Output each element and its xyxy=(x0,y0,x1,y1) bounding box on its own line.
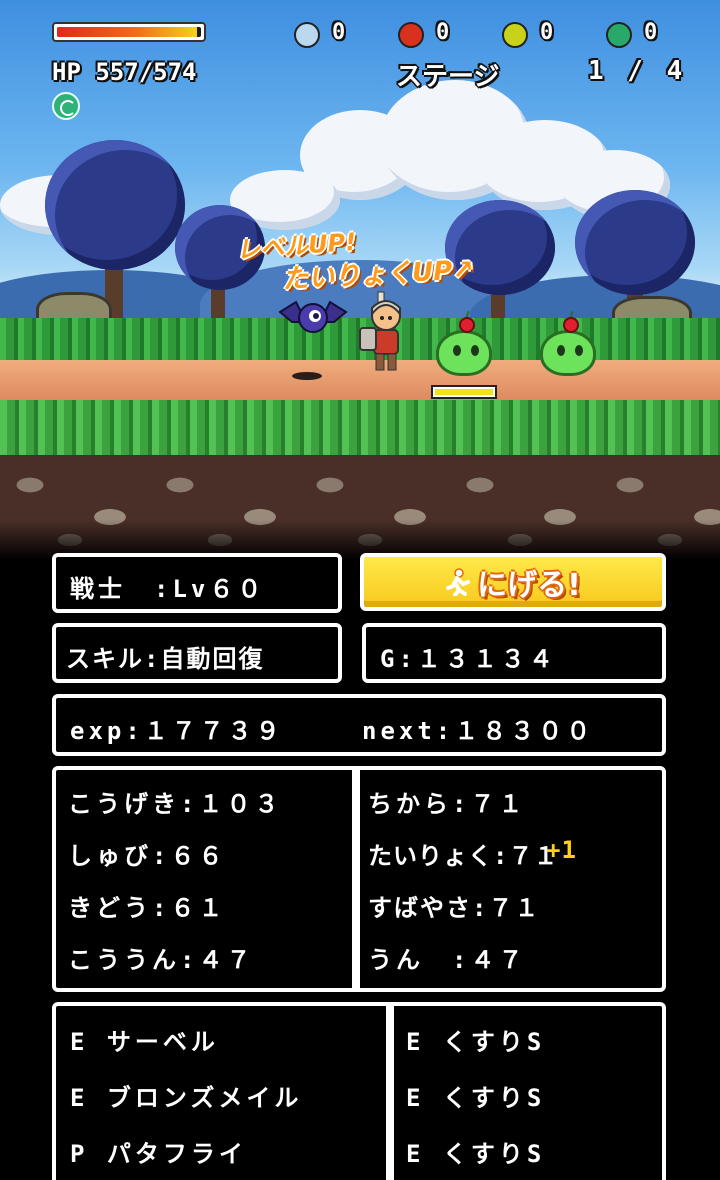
player-hp-fill xyxy=(57,27,197,37)
stat-luck: うん :４７ xyxy=(368,946,527,974)
flee-label: にげる! xyxy=(477,568,581,603)
enemy-hp-fill xyxy=(435,389,493,395)
equipment-panel: E サーベル E ブロンズメイル P パタフライ E くすりS E くすりS E… xyxy=(52,1002,666,1180)
stat-attack: こうげき:１０３ xyxy=(68,790,283,818)
running-man-icon xyxy=(446,568,471,596)
item-count: 0 xyxy=(436,20,450,45)
job-level: 戦士 :Lv６０ xyxy=(70,575,266,603)
enemy-hp-bar xyxy=(431,385,497,399)
item-count: 0 xyxy=(332,20,346,45)
stats-divider xyxy=(352,770,360,988)
equip-armor[interactable]: E ブロンズメイル xyxy=(70,1078,302,1113)
item-count: 0 xyxy=(540,20,554,45)
hero-warrior xyxy=(359,291,401,371)
equip-accessory[interactable]: P パタフライ xyxy=(70,1134,247,1169)
skill-panel: スキル:自動回復 xyxy=(52,623,342,683)
next-exp-text: next:１８３００ xyxy=(362,717,595,745)
hp-readout: HP 557/574 xyxy=(52,58,197,86)
stat-defense: しゅび:６６ xyxy=(68,842,227,870)
stat-vitality: たいりょく:７１ xyxy=(368,842,559,870)
bat-shadow xyxy=(292,372,322,380)
tree xyxy=(175,205,265,325)
vitality-bonus: +1 xyxy=(546,836,577,864)
equip-item-1[interactable]: E くすりS xyxy=(406,1022,545,1057)
skill-text: スキル:自動回復 xyxy=(66,645,265,673)
stat-fortune: こううん:４７ xyxy=(68,946,255,974)
equipment-divider xyxy=(386,1006,394,1180)
equip-item-2[interactable]: E くすりS xyxy=(406,1078,545,1113)
front-grass xyxy=(0,400,720,460)
equip-item-3[interactable]: E くすりS xyxy=(406,1134,545,1169)
slime-enemy[interactable] xyxy=(540,310,596,376)
gold-text: G:１３１３４ xyxy=(380,645,557,673)
slime-enemy[interactable] xyxy=(436,310,492,376)
equip-weapon[interactable]: E サーベル xyxy=(70,1022,219,1057)
bat-enemy[interactable] xyxy=(278,292,348,344)
job-level-panel: 戦士 :Lv６０ xyxy=(52,553,342,613)
player-hp-bar xyxy=(52,22,206,42)
regen-swirl-icon xyxy=(52,92,80,120)
stats-panel: こうげき:１０３ しゅび:６６ きどう:６１ こううん:４７ ちから:７１ たい… xyxy=(52,766,666,992)
yellow-shield-orb-icon xyxy=(502,22,528,48)
stat-power: ちから:７１ xyxy=(368,790,527,818)
stage-value: 1 / 4 xyxy=(588,56,687,86)
gold-panel: G:１３１３４ xyxy=(362,623,666,683)
green-potion-orb-icon xyxy=(606,22,632,48)
exp-text: exp:１７７３９ xyxy=(70,717,284,745)
stat-speed: すばやさ:７１ xyxy=(368,894,541,922)
stage-label: ステージ xyxy=(396,62,500,92)
blue-egg-icon xyxy=(294,22,320,48)
flee-button[interactable]: にげる! xyxy=(360,553,666,611)
red-sword-orb-icon xyxy=(398,22,424,48)
exp-panel: exp:１７７３９ next:１８３００ xyxy=(52,694,666,756)
item-count: 0 xyxy=(644,20,658,45)
stat-mobility: きどう:６１ xyxy=(68,894,227,922)
